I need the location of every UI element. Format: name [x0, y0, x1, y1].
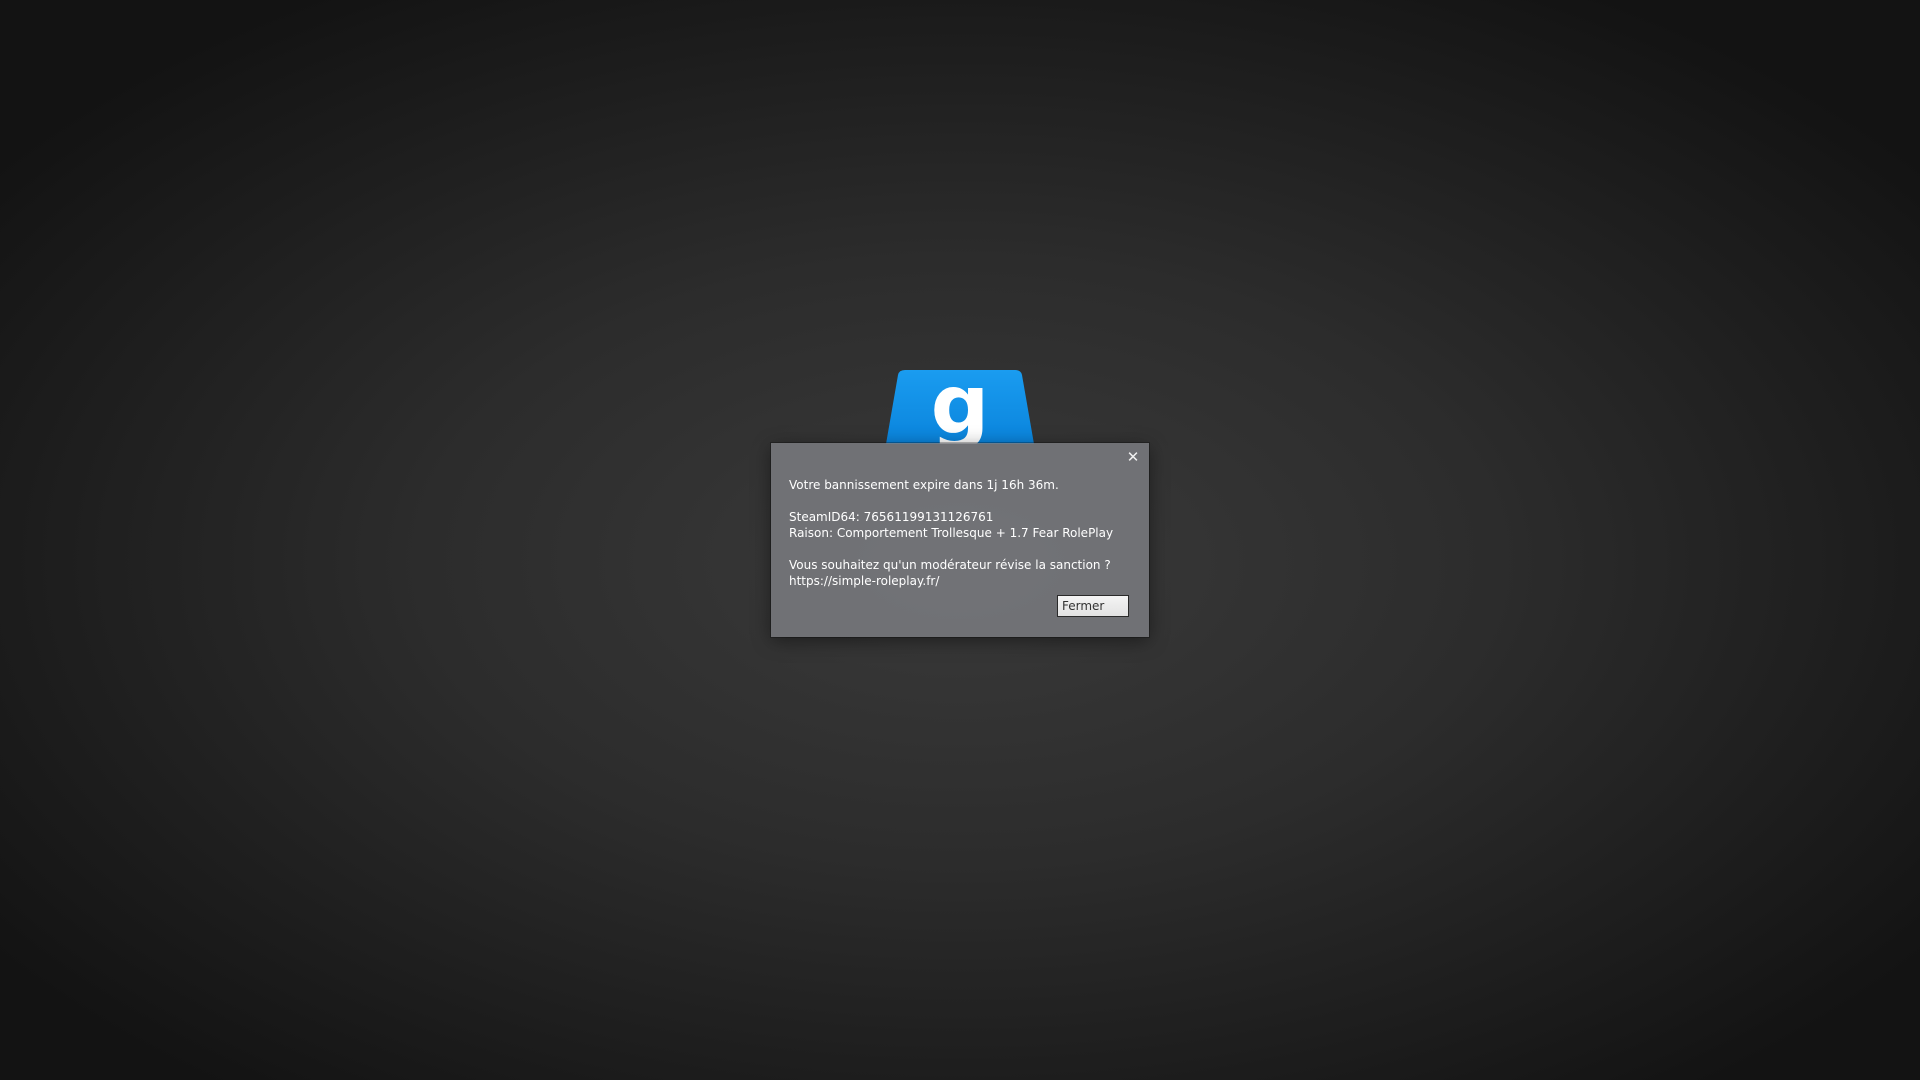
appeal-question-text: Vous souhaitez qu'un modérateur révise l… — [789, 558, 1111, 572]
logo-letter: g — [931, 369, 990, 444]
ban-dialog: ✕ Votre bannissement expire dans 1j 16h … — [771, 443, 1149, 637]
ban-expiry-text: Votre bannissement expire dans 1j 16h 36… — [789, 478, 1059, 492]
gmod-logo: g — [884, 369, 1036, 444]
steamid-text: SteamID64: 76561199131126761 — [789, 510, 994, 524]
close-button[interactable]: Fermer — [1057, 595, 1129, 617]
ban-message: Votre bannissement expire dans 1j 16h 36… — [789, 477, 1131, 589]
appeal-url-text: https://simple-roleplay.fr/ — [789, 574, 940, 588]
close-icon[interactable]: ✕ — [1125, 449, 1141, 465]
ban-reason-text: Raison: Comportement Trollesque + 1.7 Fe… — [789, 526, 1114, 540]
